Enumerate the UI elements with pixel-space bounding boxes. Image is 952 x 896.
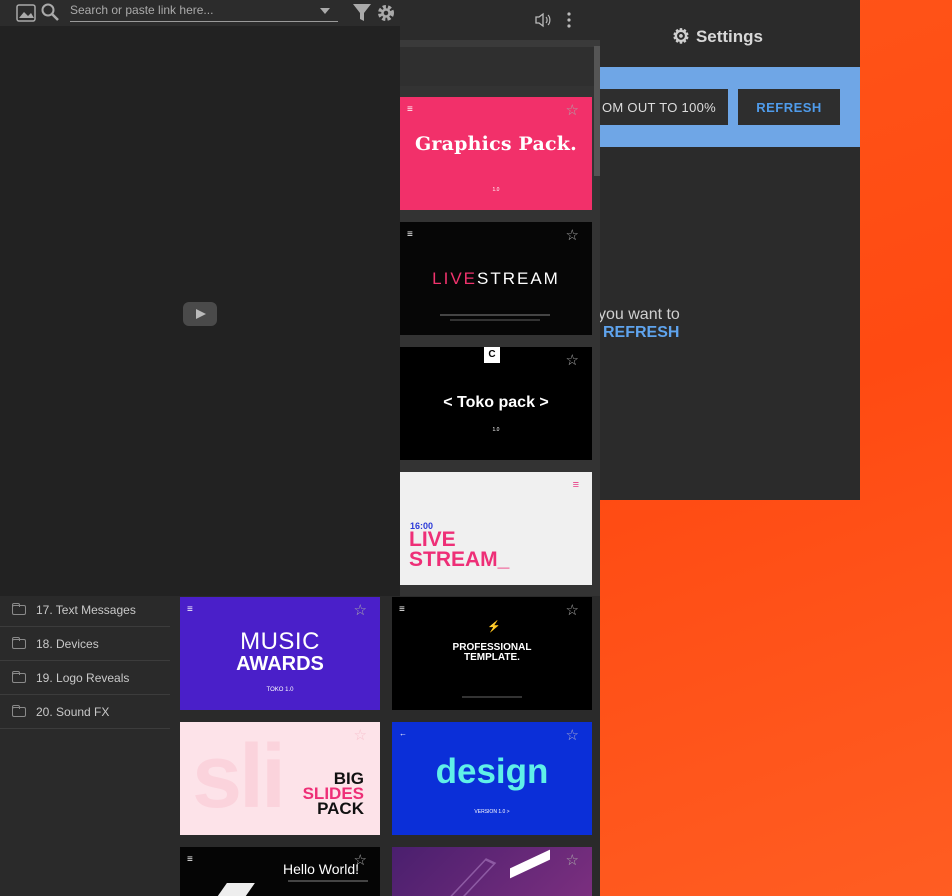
thumbnail-big-slides[interactable]: ☆ sli BIG SLIDES PACK	[180, 722, 380, 835]
thumbnail-title: Graphics Pack.	[415, 133, 577, 155]
decorative-lettering	[441, 858, 497, 896]
thumbnail-livestream-light[interactable]: ≡ 16:00 LIVE STREAM_	[400, 472, 592, 585]
chevron-down-icon[interactable]	[319, 7, 331, 15]
fine-print	[288, 880, 368, 882]
thumbnail-title: PROFESSIONAL TEMPLATE.	[452, 642, 532, 663]
sidebar-item-label: 18. Devices	[36, 636, 99, 651]
star-icon[interactable]: ☆	[354, 603, 367, 618]
title-line-2: STREAM_	[409, 548, 510, 571]
menu-icon[interactable]: ≡	[573, 480, 579, 491]
video-player: Search or paste link here...	[0, 0, 400, 596]
star-icon[interactable]: ☆	[566, 728, 579, 743]
thumbnail-graphics-pack[interactable]: ≡ ☆ Graphics Pack. 1.0	[400, 97, 592, 210]
thumbnail-version: 1.0	[492, 187, 500, 193]
folder-icon	[12, 704, 26, 717]
sidebar-item-devices[interactable]: 18. Devices	[0, 627, 170, 661]
fine-print	[450, 319, 540, 321]
back-icon[interactable]: ←	[399, 730, 407, 738]
title-line-1: LIVE	[409, 528, 456, 551]
search-icon[interactable]	[40, 2, 60, 22]
folder-icon	[12, 670, 26, 683]
sidebar-item-logo-reveals[interactable]: 19. Logo Reveals	[0, 661, 170, 695]
thumbnail-purple[interactable]: ☆	[392, 847, 592, 896]
star-icon[interactable]: ☆	[566, 853, 579, 868]
thumbnail-version: VERSION 1.0 >	[474, 809, 510, 815]
thumbnail-title: LIVESTREAM	[400, 269, 592, 289]
sidebar-item-sound-fx[interactable]: 20. Sound FX	[0, 695, 170, 729]
star-icon[interactable]: ☆	[566, 603, 579, 618]
thumbnail-music-awards[interactable]: ≡ ☆ MUSIC AWARDS TOKO 1.0	[180, 597, 380, 710]
star-icon[interactable]: ☆	[354, 728, 367, 743]
image-icon[interactable]	[16, 4, 36, 22]
more-options-icon[interactable]	[565, 11, 573, 29]
title-line-3: PACK	[317, 799, 364, 818]
gears-icon: ⚙	[672, 26, 690, 48]
thumbnail-professional[interactable]: ≡ ☆ ⚡ PROFESSIONAL TEMPLATE.	[392, 597, 592, 710]
menu-icon[interactable]: ≡	[407, 105, 413, 115]
background-lettering: sli	[192, 727, 286, 827]
filter-icon[interactable]	[352, 3, 372, 23]
settings-title: ⚙ Settings	[672, 24, 763, 49]
scrollbar[interactable]	[594, 46, 600, 176]
sidebar-item-label: 17. Text Messages	[36, 602, 136, 617]
refresh-link[interactable]: REFRESH	[603, 324, 679, 342]
thumbnail-title-2: AWARDS	[236, 653, 324, 675]
title-part-live: LIVE	[432, 269, 477, 288]
title-part-stream: STREAM	[477, 269, 560, 288]
zoom-bar: OM OUT TO 100% REFRESH	[590, 67, 860, 147]
menu-icon[interactable]: ≡	[187, 855, 193, 865]
badge: C	[484, 347, 500, 363]
settings-title-label: Settings	[695, 26, 763, 46]
menu-icon[interactable]: ≡	[407, 230, 413, 240]
thumbnail-title: BIG SLIDES PACK	[303, 770, 364, 818]
thumbnail-title: < Toko pack >	[443, 394, 549, 411]
decorative-lettering	[510, 849, 550, 889]
sidebar-item-label: 20. Sound FX	[36, 704, 110, 719]
zoom-out-button[interactable]: OM OUT TO 100%	[590, 89, 728, 125]
youtube-play-icon[interactable]	[183, 302, 217, 326]
thumbnail-title-1: MUSIC	[240, 628, 320, 655]
thumbnail-design[interactable]: ← ☆ design VERSION 1.0 >	[392, 722, 592, 835]
thumbnail-livestream-dark[interactable]: ≡ ☆ LIVESTREAM	[400, 222, 592, 335]
thumbnail-title: Hello World!	[283, 861, 359, 877]
thumbnail-toko-pack[interactable]: ☆ C < Toko pack > 1.0	[400, 347, 592, 460]
bolt-icon: ⚡	[487, 621, 501, 633]
star-icon[interactable]: ☆	[566, 103, 579, 118]
thumbnail-version: TOKO 1.0	[266, 687, 294, 693]
folder-icon	[12, 602, 26, 615]
gear-icon[interactable]	[375, 2, 397, 24]
grid-header	[400, 40, 600, 86]
fine-print	[462, 696, 522, 698]
thumbnail-version: 1.0	[492, 427, 500, 433]
thumbnail-hello-world[interactable]: ≡ ☆ Hello World!	[180, 847, 380, 896]
thumbnail-title: LIVE STREAM_	[409, 528, 510, 571]
menu-icon[interactable]: ≡	[399, 605, 405, 615]
folder-icon	[12, 636, 26, 649]
fine-print	[440, 314, 550, 316]
volume-icon[interactable]	[534, 12, 552, 28]
search-input[interactable]: Search or paste link here...	[70, 2, 338, 22]
menu-icon[interactable]: ≡	[187, 605, 193, 615]
refresh-message: you want to	[598, 306, 680, 323]
thumbnail-title: design	[435, 752, 549, 791]
sidebar-item-text-messages[interactable]: 17. Text Messages	[0, 593, 170, 627]
sidebar-item-label: 19. Logo Reveals	[36, 670, 130, 685]
star-icon[interactable]: ☆	[566, 228, 579, 243]
star-icon[interactable]: ☆	[566, 353, 579, 368]
shape-graphic	[217, 883, 255, 896]
player-toolbar: Search or paste link here...	[0, 0, 400, 26]
refresh-button[interactable]: REFRESH	[738, 89, 840, 125]
title-text: Hello World!	[283, 861, 359, 877]
